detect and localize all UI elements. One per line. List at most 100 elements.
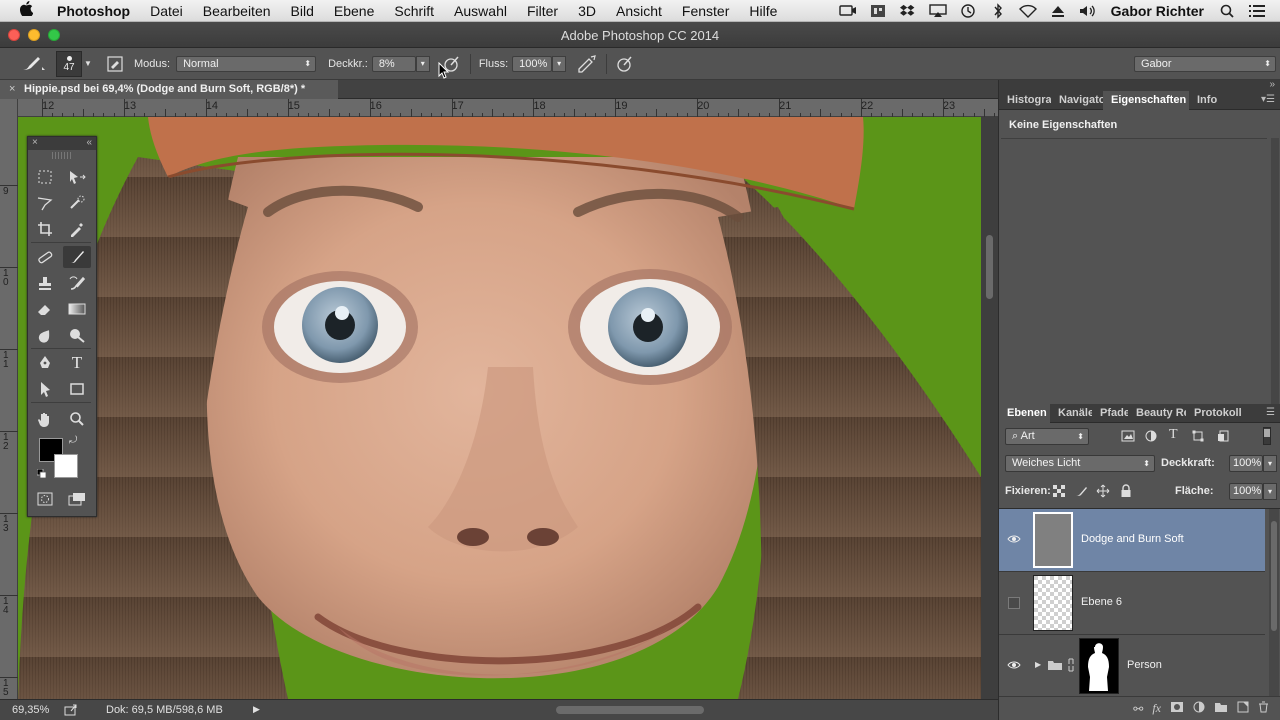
crop-tool-icon[interactable] [31, 218, 59, 240]
filter-shape-icon[interactable] [1192, 430, 1204, 445]
layer-opacity-slider-button[interactable]: ▾ [1263, 455, 1277, 472]
menu-fenster[interactable]: Fenster [672, 3, 739, 19]
screen-mode-icon[interactable] [63, 488, 91, 510]
layer-style-fx-icon[interactable]: fx [1152, 701, 1161, 716]
move-tool-icon[interactable] [63, 166, 91, 188]
tab-beauty-retouch[interactable]: Beauty Rei [1128, 404, 1186, 423]
layers-scrollbar-thumb[interactable] [1271, 521, 1277, 631]
collapse-dock-icon[interactable]: » [1269, 79, 1275, 90]
layers-scrollbar[interactable] [1269, 509, 1279, 697]
fill-input[interactable]: 100% [1229, 483, 1263, 500]
pen-tool-icon[interactable] [31, 352, 59, 374]
gradient-tool-icon[interactable] [63, 298, 91, 320]
screen-recorder-icon[interactable] [837, 4, 859, 18]
brush-picker-arrow-icon[interactable]: ▼ [82, 53, 94, 75]
filter-type-icon[interactable]: T [1169, 427, 1178, 443]
tab-history[interactable]: Protokoll [1186, 404, 1245, 423]
airbrush-icon[interactable] [576, 53, 598, 75]
zoom-level[interactable]: 69,35% [12, 704, 49, 716]
filter-toggle-switch[interactable] [1263, 427, 1271, 445]
zoom-tool-icon[interactable] [63, 408, 91, 430]
bluetooth-icon[interactable] [987, 2, 1009, 19]
tab-info[interactable]: Info [1189, 91, 1220, 110]
close-tab-icon[interactable]: × [9, 80, 15, 99]
layer-row-ebene-6[interactable]: Ebene 6 [999, 572, 1265, 635]
menu-3d[interactable]: 3D [568, 3, 606, 19]
image-canvas[interactable] [18, 117, 981, 699]
expand-group-arrow-icon[interactable]: ▶ [1035, 660, 1041, 669]
vertical-scrollbar-thumb[interactable] [986, 235, 993, 299]
lock-image-pixels-icon[interactable] [1074, 484, 1088, 501]
swap-colors-icon[interactable]: ⤾ [69, 435, 77, 446]
pressure-size-icon[interactable] [613, 53, 635, 75]
layer-row-dodge-and-burn[interactable]: Dodge and Burn Soft [999, 509, 1265, 572]
menu-hilfe[interactable]: Hilfe [739, 3, 787, 19]
menu-ebene[interactable]: Ebene [324, 3, 384, 19]
dropbox-icon[interactable] [897, 4, 919, 18]
new-group-icon[interactable] [1214, 702, 1228, 716]
lock-position-icon[interactable] [1096, 484, 1110, 501]
layer-name[interactable]: Ebene 6 [1081, 596, 1122, 608]
notification-center-icon[interactable] [1246, 4, 1268, 18]
document-tab[interactable]: × Hippie.psd bei 69,4% (Dodge and Burn S… [0, 80, 338, 99]
flow-input[interactable]: 100% [512, 55, 553, 72]
layer-name[interactable]: Dodge and Burn Soft [1081, 533, 1184, 545]
tab-properties[interactable]: Eigenschaften [1103, 91, 1189, 110]
tab-paths[interactable]: Pfade [1092, 404, 1128, 423]
time-machine-icon[interactable] [957, 3, 979, 18]
app-menu[interactable]: Photoshop [47, 3, 140, 19]
eye-visibility-icon[interactable] [1007, 533, 1021, 547]
airplay-icon[interactable] [927, 3, 949, 18]
panel-menu-icon[interactable]: ▾☰ [1261, 94, 1275, 105]
apple-menu-icon[interactable] [0, 1, 47, 20]
history-brush-tool-icon[interactable] [63, 272, 91, 294]
type-tool-icon[interactable]: T [63, 352, 91, 374]
lock-transparent-pixels-icon[interactable] [1053, 485, 1065, 500]
add-mask-icon[interactable] [1170, 701, 1184, 716]
share-icon[interactable] [64, 703, 78, 719]
clone-stamp-tool-icon[interactable] [31, 272, 59, 294]
blend-mode-dropdown[interactable]: Weiches Licht ⬍ [1005, 455, 1155, 472]
brush-size-picker[interactable]: 47 [56, 50, 82, 77]
quick-mask-icon[interactable] [31, 488, 59, 510]
path-selection-tool-icon[interactable] [31, 378, 59, 400]
lasso-tool-icon[interactable] [31, 192, 59, 214]
volume-icon[interactable] [1077, 4, 1099, 18]
status-menu-arrow-icon[interactable]: ▶ [253, 704, 260, 715]
spotlight-search-icon[interactable] [1216, 4, 1238, 18]
delete-layer-trash-icon[interactable] [1258, 701, 1269, 716]
layer-name[interactable]: Person [1127, 659, 1162, 671]
panel-menu-icon[interactable]: ☰ [1266, 407, 1275, 418]
layer-opacity-input[interactable]: 100% [1229, 455, 1263, 472]
rectangle-tool-icon[interactable] [63, 378, 91, 400]
layer-row-person-group[interactable]: ▶ Person [999, 635, 1265, 698]
tab-channels[interactable]: Kanäle [1050, 404, 1092, 423]
new-layer-icon[interactable] [1237, 701, 1249, 716]
adjustment-layer-icon[interactable] [1193, 701, 1205, 716]
visibility-toggle-off[interactable] [1008, 597, 1020, 609]
layer-filter-dropdown[interactable]: ⌕ Art ⬍ [1005, 428, 1089, 445]
lock-all-icon[interactable] [1120, 484, 1132, 501]
eyedropper-tool-icon[interactable] [63, 218, 91, 240]
filter-adjustment-icon[interactable] [1145, 430, 1157, 445]
dodge-tool-icon[interactable] [63, 324, 91, 346]
menu-bearbeiten[interactable]: Bearbeiten [193, 3, 281, 19]
user-name[interactable]: Gabor Richter [1103, 3, 1212, 19]
eraser-tool-icon[interactable] [31, 298, 59, 320]
filter-pixel-icon[interactable] [1121, 430, 1135, 445]
brush-tool-icon[interactable] [63, 246, 91, 268]
brush-panel-toggle-icon[interactable] [104, 53, 126, 75]
eye-visibility-icon[interactable] [1007, 659, 1021, 673]
layer-mask-thumbnail[interactable] [1079, 638, 1119, 694]
properties-scrollbar[interactable] [1271, 138, 1279, 408]
workspace-dropdown[interactable]: Gabor ⬍ [1134, 56, 1276, 72]
vertical-scrollbar[interactable] [981, 117, 998, 699]
blur-tool-icon[interactable] [31, 324, 59, 346]
hand-tool-icon[interactable] [31, 408, 59, 430]
quick-selection-tool-icon[interactable] [63, 192, 91, 214]
menu-datei[interactable]: Datei [140, 3, 193, 19]
opacity-input[interactable]: 8% [371, 55, 416, 72]
background-color-swatch[interactable] [54, 454, 78, 478]
tab-layers[interactable]: Ebenen [999, 404, 1050, 423]
eject-icon[interactable] [1047, 4, 1069, 18]
